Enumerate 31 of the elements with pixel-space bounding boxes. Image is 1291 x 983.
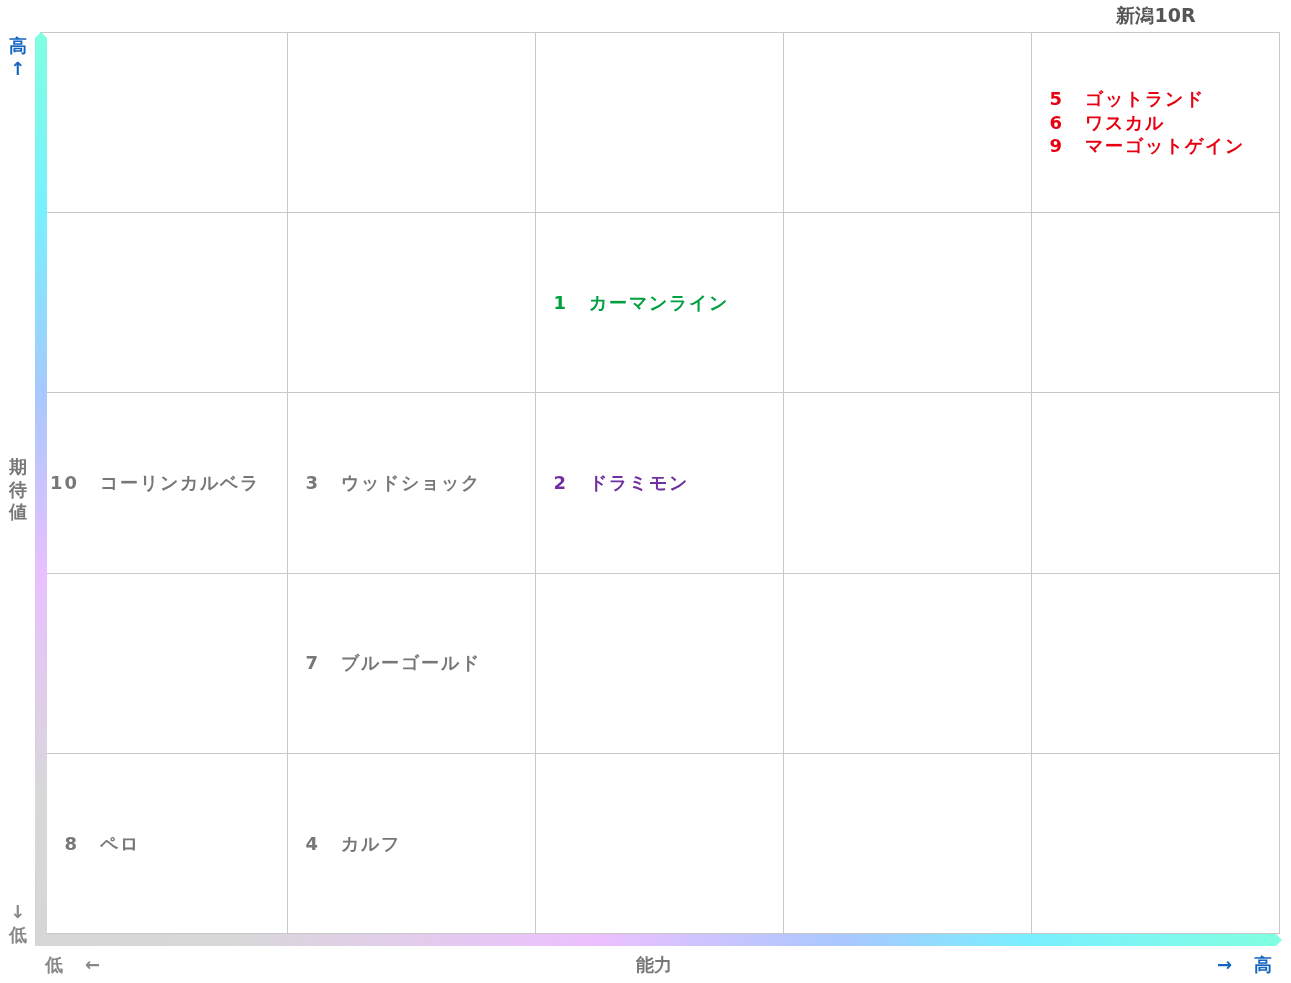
horse-number: 1 xyxy=(552,291,568,315)
axis-low-label: 低 xyxy=(8,923,27,946)
arrow-left-label: ← xyxy=(85,954,101,975)
horse-name: カルフ xyxy=(341,831,401,856)
horse-number: 7 xyxy=(304,651,320,675)
y-axis-title: 期待値 xyxy=(8,456,27,524)
horse-name: ペロ xyxy=(100,831,140,856)
axis-high-label: 高 xyxy=(8,34,27,57)
horse-number: 10 xyxy=(48,471,79,495)
horse-name: ドラミモン xyxy=(589,471,689,495)
horse-number: 5 xyxy=(1048,87,1064,111)
axis-low-label: 低 xyxy=(45,952,63,977)
horse-name: ブルーゴールド xyxy=(341,651,481,675)
horse-number: 3 xyxy=(304,471,320,495)
horse-number: 4 xyxy=(304,831,320,856)
horse-number: 2 xyxy=(552,471,568,495)
horse-name: ワスカル xyxy=(1085,110,1165,135)
horse-name: ウッドショック xyxy=(341,471,481,495)
horse-number: 9 xyxy=(1048,134,1064,158)
arrow-down-label: ↓ xyxy=(9,900,26,923)
horse-name: ゴットランド xyxy=(1085,87,1205,111)
horse-name: コーリンカルベラ xyxy=(100,471,260,495)
horse-name: マーゴットゲイン xyxy=(1085,134,1245,158)
arrow-up-label: ↑ xyxy=(9,57,26,80)
horse-name: カーマンライン xyxy=(589,291,729,315)
arrow-right-label: → xyxy=(1216,954,1232,975)
race-title: 新潟10R xyxy=(1115,3,1197,28)
x-axis-title: 能力 xyxy=(635,952,672,977)
horse-number: 6 xyxy=(1048,110,1064,135)
horse-number: 8 xyxy=(63,831,79,856)
axis-high-label: 高 xyxy=(1254,952,1272,977)
